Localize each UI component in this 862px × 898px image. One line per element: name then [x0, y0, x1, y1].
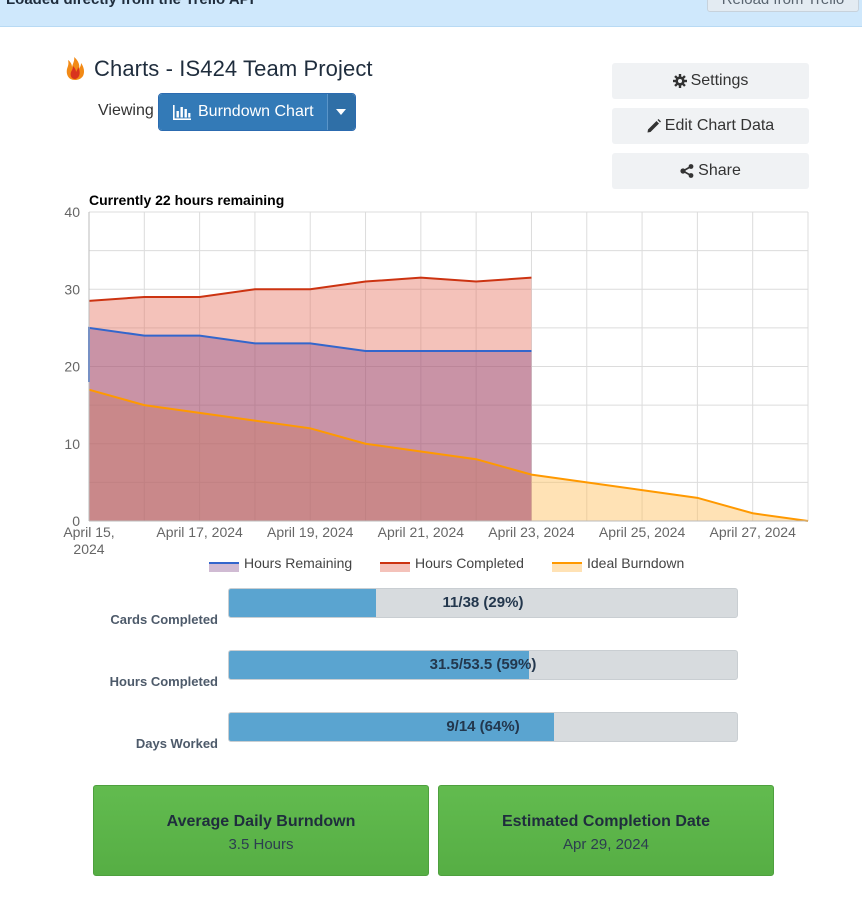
x-tick-label: April 17, 2024 — [156, 524, 243, 540]
edit-chart-data-button[interactable]: Edit Chart Data — [612, 108, 809, 144]
flame-icon — [66, 57, 85, 80]
y-tick-label: 40 — [64, 204, 80, 220]
gear-icon — [672, 74, 687, 88]
stat-value: Apr 29, 2024 — [563, 836, 649, 853]
progress-text-cards: 11/38 (29%) — [442, 594, 524, 611]
progress-cards-completed: 11/38 (29%) — [228, 588, 738, 618]
progress-label-hours: Hours Completed — [109, 674, 218, 689]
pencil-icon — [647, 119, 661, 133]
progress-days-worked: 9/14 (64%) — [228, 712, 738, 742]
legend-hours-completed-label: Hours Completed — [415, 555, 524, 571]
x-tick-label: April 25, 2024 — [599, 524, 686, 540]
hours-remaining-area — [89, 327, 532, 521]
legend-ideal-burndown-label: Ideal Burndown — [587, 555, 684, 571]
legend-hours-remaining-label: Hours Remaining — [244, 555, 352, 571]
share-icon — [680, 164, 694, 178]
burndown-chart: 010203040April 15, 2024April 17, 2024 Apri… — [63, 204, 809, 572]
x-tick-label: April 15, 2024 — [63, 524, 114, 557]
legend-hours-remaining-swatch — [209, 563, 239, 572]
progress-text-days: 9/14 (64%) — [446, 718, 520, 735]
settings-label: Settings — [690, 72, 749, 89]
progress-hours-completed: 31.5/53.5 (59%) — [228, 650, 738, 680]
x-tick-label: April 21, 2024 — [378, 524, 465, 540]
bar-chart-icon — [173, 104, 191, 120]
progress-text-hours: 31.5/53.5 (59%) — [429, 656, 537, 673]
stat-estimated-completion: Estimated Completion Date Apr 29, 2024 — [438, 785, 774, 876]
settings-button[interactable]: Settings — [612, 63, 809, 99]
banner-message: Loaded directly from the Trello API — [6, 0, 254, 8]
progress-label-days: Days Worked — [135, 736, 218, 751]
stat-heading: Average Daily Burndown — [166, 813, 356, 830]
x-tick-label: April 27, 2024 — [709, 524, 796, 540]
x-tick-label: April 23, 2024 — [488, 524, 575, 540]
chart-view-selector[interactable]: Burndown Chart — [158, 93, 356, 131]
page-header: Charts - IS424 Team Project — [64, 56, 373, 82]
reload-button[interactable]: Reload from Trello — [707, 0, 859, 12]
page-title: Charts - IS424 Team Project — [94, 56, 373, 81]
chevron-down-icon[interactable] — [326, 94, 355, 130]
chart-view-label: Burndown Chart — [198, 103, 314, 120]
legend-hours-completed-swatch — [380, 563, 410, 572]
chart-view-button[interactable]: Burndown Chart — [159, 94, 327, 130]
source-banner: Loaded directly from the Trello API Relo… — [0, 0, 862, 27]
y-tick-label: 10 — [64, 436, 80, 452]
progress-label-cards: Cards Completed — [110, 612, 218, 627]
share-label: Share — [698, 162, 741, 179]
edit-chart-data-label: Edit Chart Data — [664, 117, 775, 134]
stat-average-daily-burndown: Average Daily Burndown 3.5 Hours — [93, 785, 429, 876]
share-button[interactable]: Share — [612, 153, 809, 189]
stat-value: 3.5 Hours — [228, 836, 294, 853]
stat-heading: Estimated Completion Date — [501, 813, 711, 830]
y-tick-label: 30 — [64, 281, 80, 297]
x-tick-label: April 19, 2024 — [267, 524, 354, 540]
legend-ideal-burndown-swatch — [552, 563, 582, 572]
viewing-label: Viewing — [98, 102, 154, 119]
y-tick-label: 20 — [64, 359, 80, 375]
